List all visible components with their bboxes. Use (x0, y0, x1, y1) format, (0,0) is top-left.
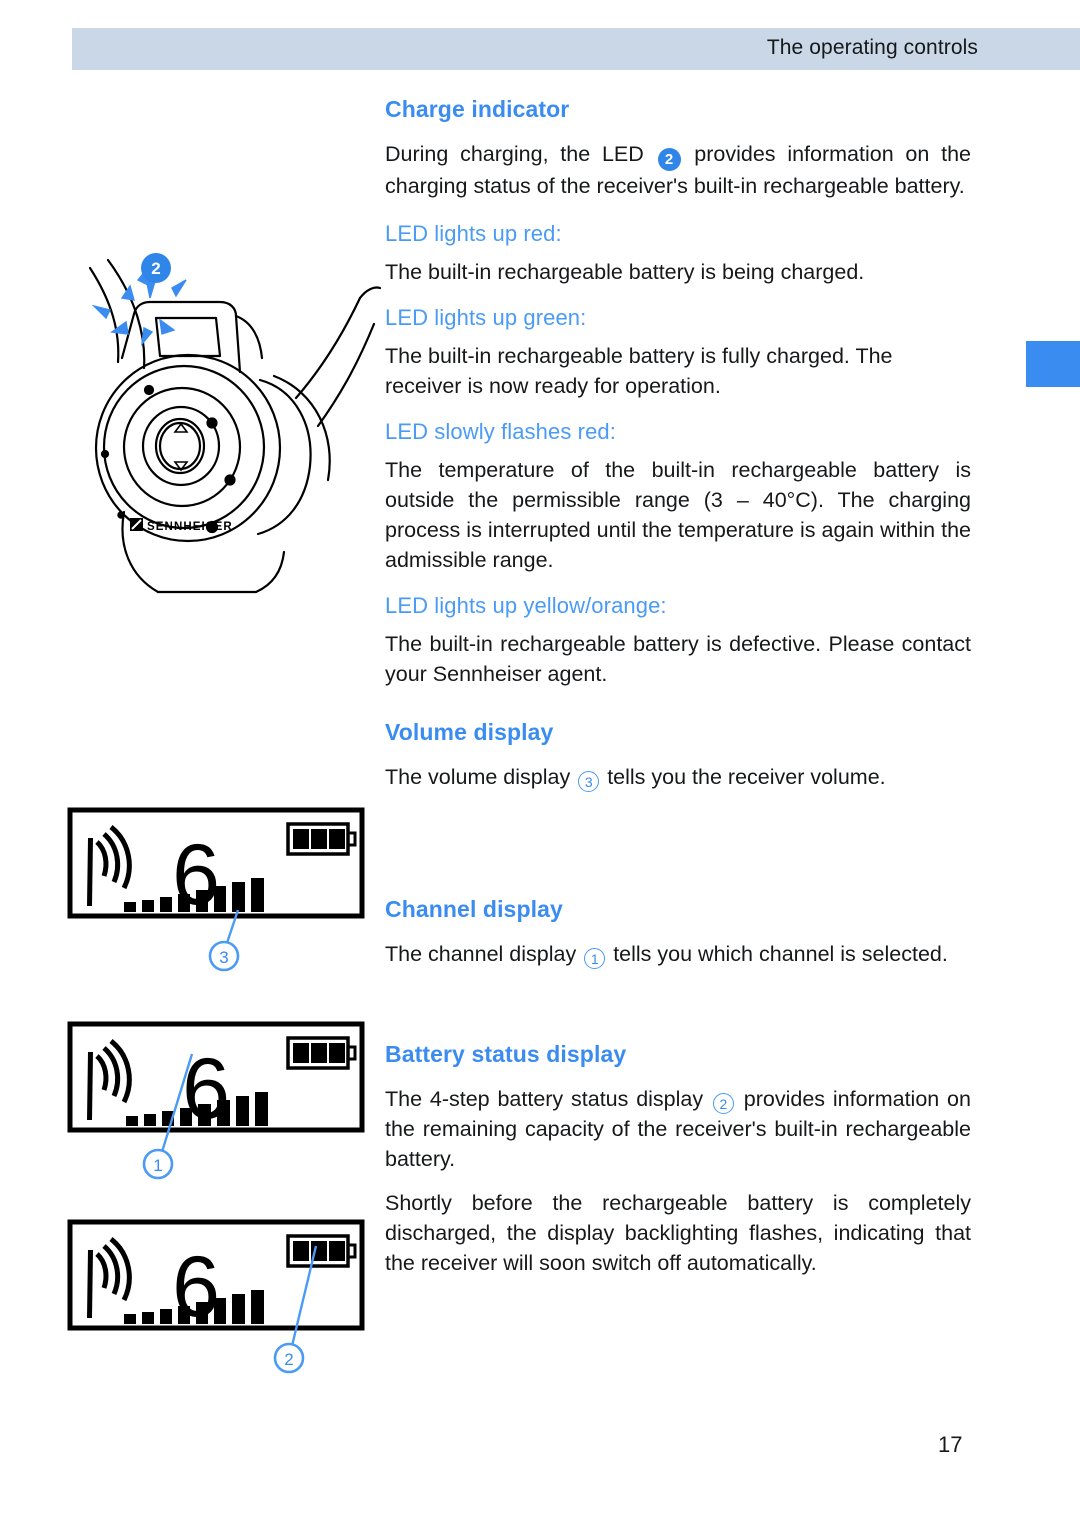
figure-lcd-volume: 6 3 (66, 806, 376, 981)
page-number: 17 (938, 1432, 963, 1457)
inline-callout-badge-2: 2 (657, 148, 681, 171)
figure-lcd-channel: 6 1 (66, 1008, 376, 1190)
heading-volume-display: Volume display (385, 719, 554, 745)
paragraph-led-red: The built-in rechargeable battery is bei… (385, 260, 865, 284)
subheading-led-green: LED lights up green: (385, 305, 587, 330)
heading-charge-indicator: Charge indicator (385, 96, 570, 122)
paragraph-battery-flash-warning: Shortly before the rechargeable battery … (385, 1191, 971, 1275)
channel-text-b: tells you which channel is selected. (613, 942, 948, 966)
callout-label: 2 (284, 1350, 293, 1369)
paragraph-battery-status: The 4-step battery status display 2 prov… (385, 1084, 971, 1174)
inline-callout-badge-3: 3 (578, 771, 600, 792)
subheading-led-red: LED lights up red: (385, 221, 562, 246)
paragraph-channel-display: The channel display 1 tells you which ch… (385, 939, 971, 969)
inline-callout-badge-1: 1 (584, 948, 606, 969)
subheading-led-yellow-orange: LED lights up yellow/orange: (385, 593, 667, 618)
callout-label: 1 (153, 1156, 162, 1175)
page-header-title: The operating controls (766, 36, 978, 59)
paragraph-volume-display: The volume display 3 tells you the recei… (385, 762, 971, 792)
battery-text-a: The 4-step battery status display (385, 1087, 704, 1111)
figure-receiver: SENNHEISER 2 (60, 240, 382, 600)
paragraph-led-flash-red: The temperature of the built-in recharge… (385, 458, 971, 572)
volume-text-b: tells you the receiver volume. (607, 765, 886, 789)
sennheiser-brand-text: SENNHEISER (147, 521, 233, 533)
heading-battery-status-display: Battery status display (385, 1041, 627, 1067)
chapter-edge-tab-marker (1026, 341, 1080, 387)
heading-channel-display: Channel display (385, 896, 563, 922)
paragraph-charge-intro: During charging, the LED 2 provides info… (385, 139, 971, 201)
paragraph-led-green: The built-in rechargeable battery is ful… (385, 344, 893, 398)
charge-intro-text-a: During charging, the LED (385, 142, 644, 166)
volume-text-a: The volume display (385, 765, 571, 789)
callout-badge-label: 2 (151, 259, 160, 278)
channel-text-a: The channel display (385, 942, 577, 966)
inline-callout-badge-2-battery: 2 (712, 1093, 734, 1114)
callout-label: 3 (219, 948, 228, 967)
paragraph-led-yellow-orange: The built-in rechargeable battery is def… (385, 632, 971, 686)
subheading-led-flash-red: LED slowly flashes red: (385, 419, 616, 444)
callout-badge-2-receiver: 2 (141, 253, 171, 283)
figure-lcd-battery: 6 2 (66, 1216, 376, 1384)
text-column: Charge indicator During charging, the LE… (385, 96, 971, 1278)
